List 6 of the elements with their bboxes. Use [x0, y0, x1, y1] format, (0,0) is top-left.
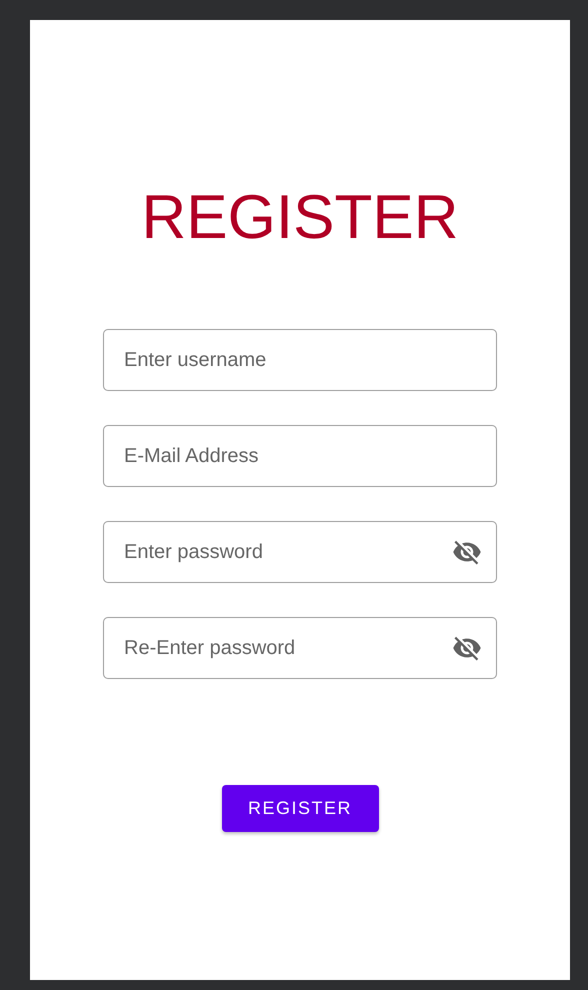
- input-field[interactable]: Enter username: [103, 329, 497, 391]
- page-title: REGISTER: [142, 182, 458, 254]
- input-field[interactable]: Enter password: [103, 521, 497, 583]
- input-field[interactable]: Re-Enter password: [103, 617, 497, 679]
- register-button[interactable]: REGISTER: [222, 785, 378, 832]
- input-field[interactable]: E-Mail Address: [103, 425, 497, 487]
